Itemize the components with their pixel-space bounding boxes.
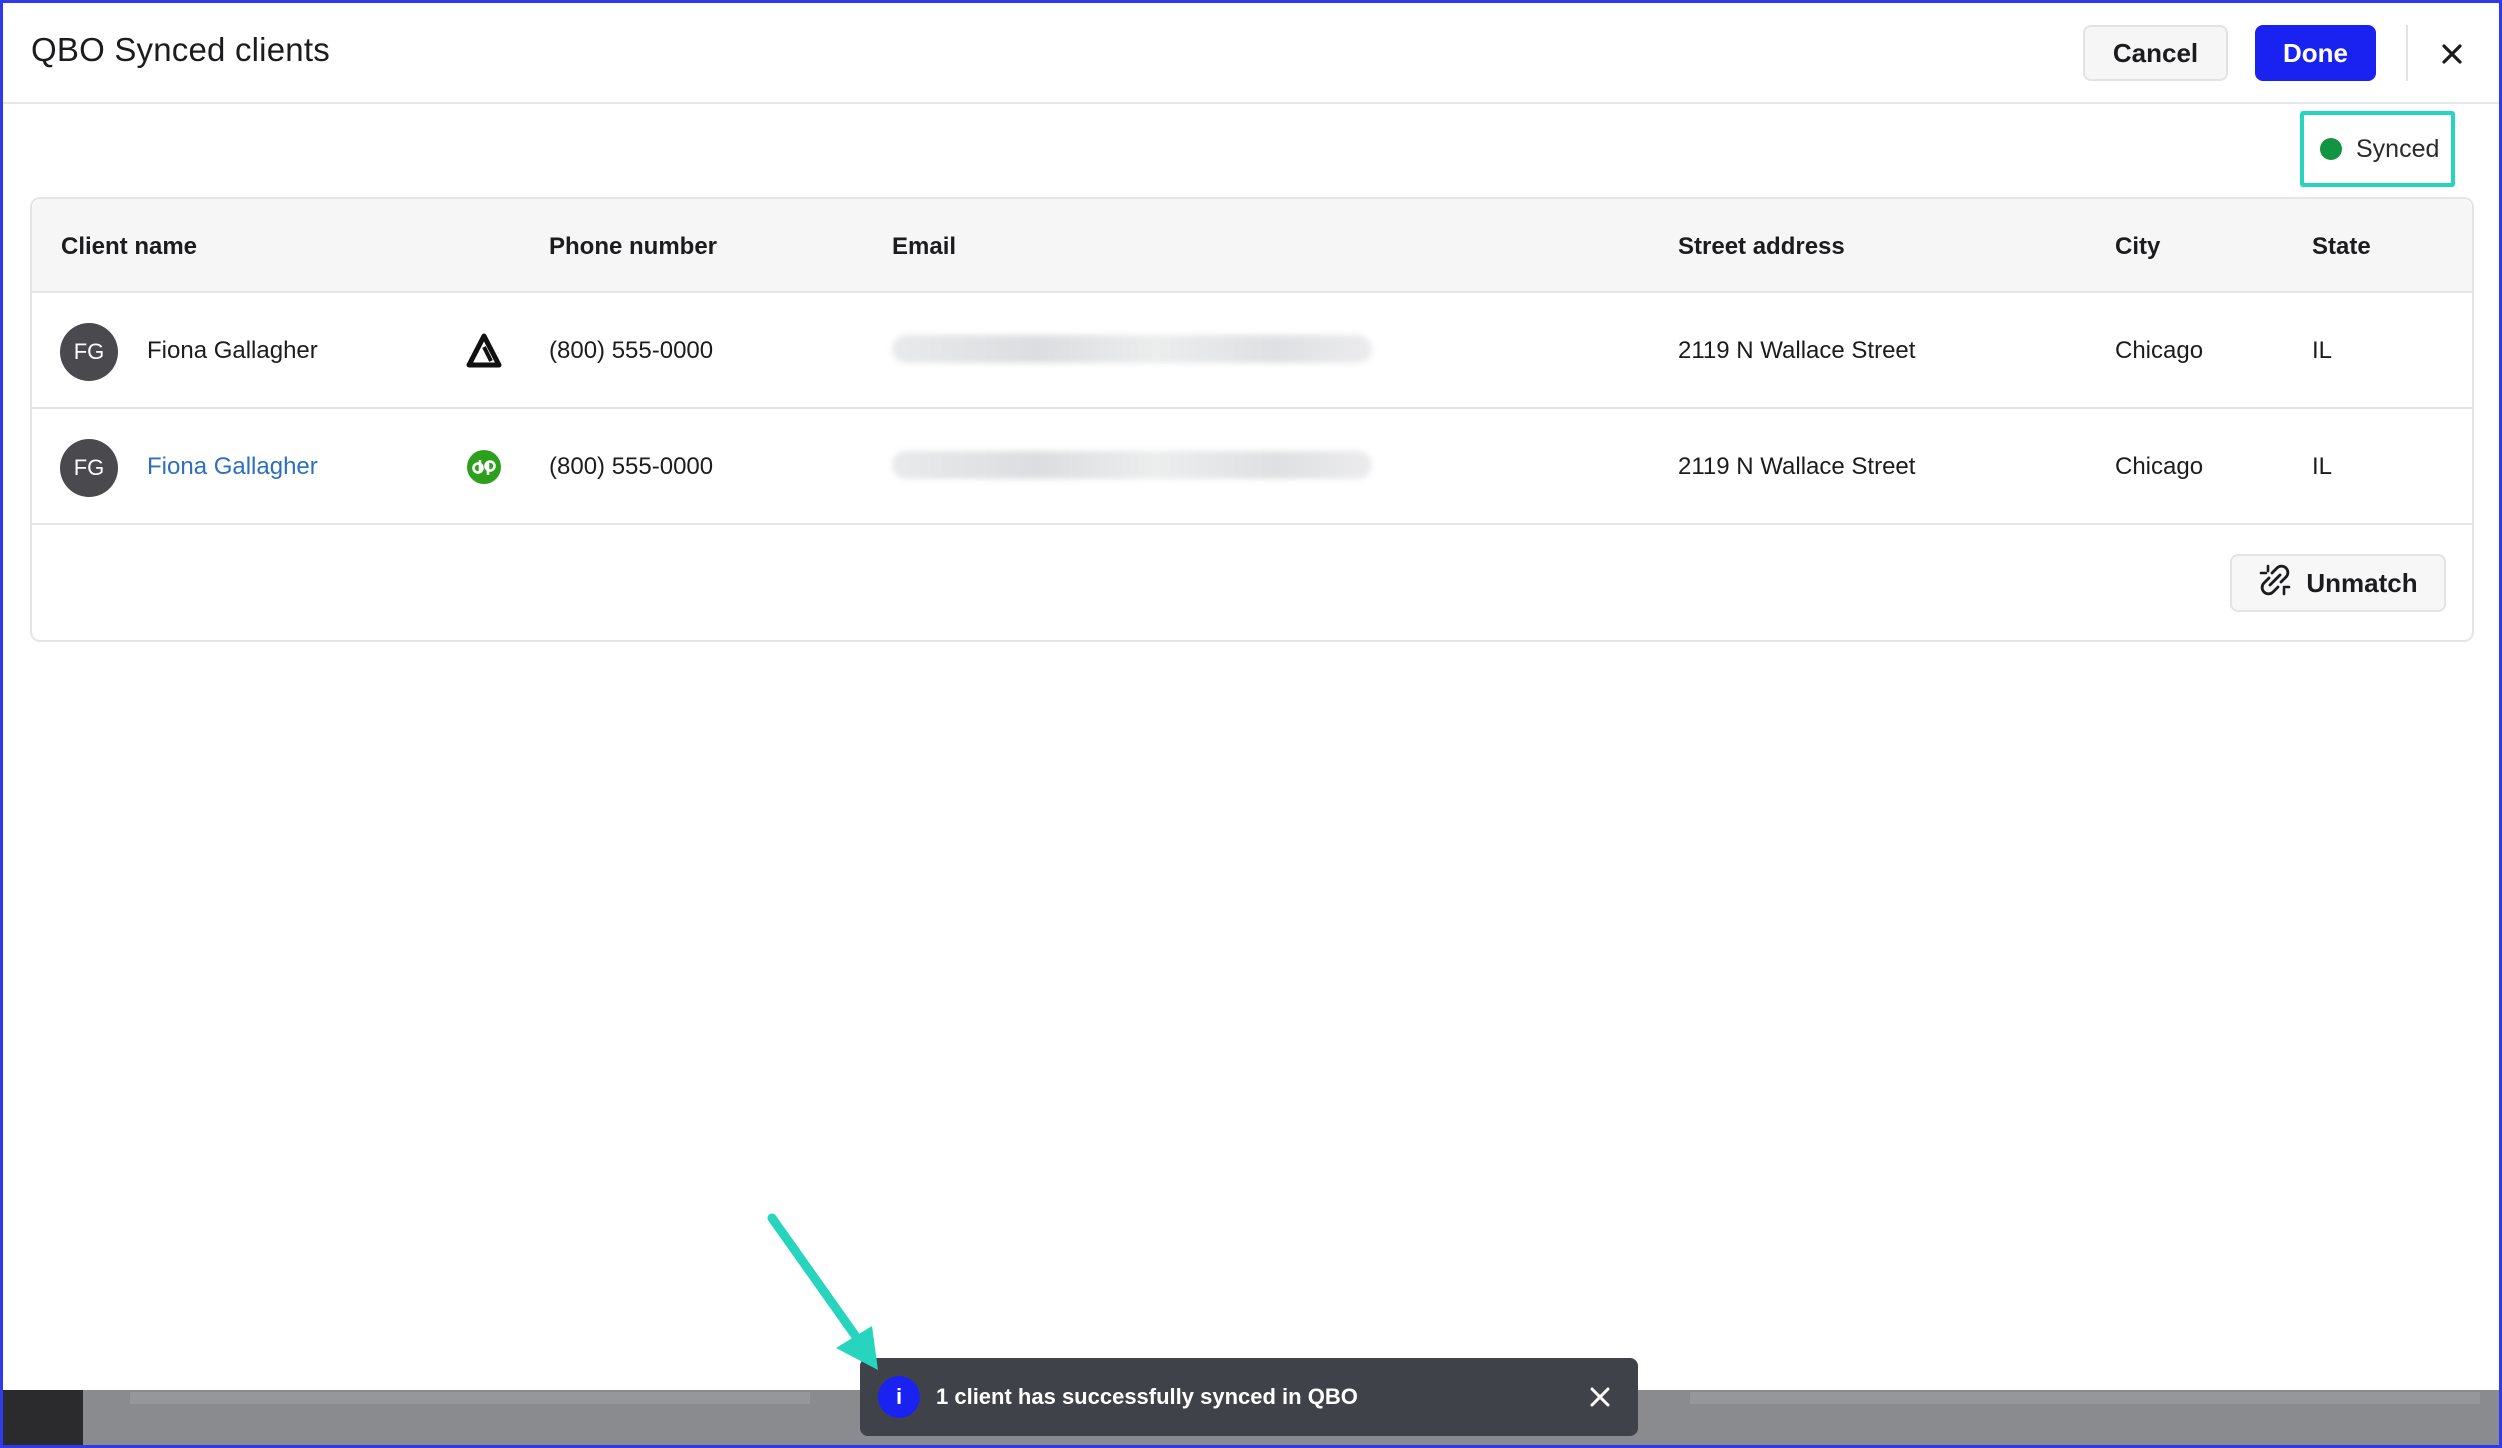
info-icon: i <box>878 1376 920 1418</box>
table-row[interactable]: FG Fiona Gallagher (800) 555-0000 2119 N… <box>32 409 2472 525</box>
toast-close-icon[interactable] <box>1588 1385 1612 1409</box>
unmatch-button[interactable]: Unmatch <box>2230 554 2446 612</box>
clients-table: Client name Phone number Email Street ad… <box>30 197 2474 642</box>
sync-status-badge: Synced <box>2300 111 2455 187</box>
status-dot-icon <box>2320 138 2342 160</box>
state: IL <box>2312 337 2333 364</box>
modal-header: QBO Synced clients Cancel Done <box>3 3 2499 104</box>
toast-message: 1 client has successfully synced in QBO <box>936 1384 1358 1409</box>
unlink-icon <box>2258 563 2292 604</box>
modal-dialog: QBO Synced clients Cancel Done Synced Cl… <box>0 0 2502 1448</box>
street-address: 2119 N Wallace Street <box>1678 337 1916 364</box>
column-header-client-name: Client name <box>61 233 198 260</box>
table-header: Client name Phone number Email Street ad… <box>32 199 2472 293</box>
column-header-state: State <box>2312 233 2371 260</box>
annotation-arrow-icon <box>767 1213 878 1370</box>
background-panel <box>130 1392 810 1404</box>
email-redacted <box>892 335 1372 363</box>
client-name: Fiona Gallagher <box>147 337 318 364</box>
phone-number: (800) 555-0000 <box>549 453 714 480</box>
sync-status-label: Synced <box>2356 134 2440 163</box>
street-address: 2119 N Wallace Street <box>1678 453 1916 480</box>
background-panel <box>1690 1392 2480 1404</box>
header-divider <box>2406 25 2408 81</box>
column-header-phone: Phone number <box>549 233 718 260</box>
city: Chicago <box>2115 337 2204 364</box>
client-name-link[interactable]: Fiona Gallagher <box>147 453 318 481</box>
city: Chicago <box>2115 453 2204 480</box>
email-redacted <box>892 451 1372 479</box>
user-thumbnail <box>3 1390 83 1445</box>
unmatch-label: Unmatch <box>2306 567 2418 598</box>
page-title: QBO Synced clients <box>31 31 330 68</box>
phone-number: (800) 555-0000 <box>549 337 714 364</box>
done-button[interactable]: Done <box>2255 25 2376 81</box>
table-row[interactable]: FG Fiona Gallagher (800) 555-0000 2119 N… <box>32 293 2472 409</box>
state: IL <box>2312 453 2333 480</box>
toast-notification: i 1 client has successfully synced in QB… <box>860 1358 1638 1436</box>
column-header-email: Email <box>892 233 957 260</box>
column-header-street: Street address <box>1678 233 1845 260</box>
column-header-city: City <box>2115 233 2161 260</box>
close-icon[interactable] <box>2435 37 2469 71</box>
avatar: FG <box>60 439 118 497</box>
avatar: FG <box>60 323 118 381</box>
cancel-button[interactable]: Cancel <box>2083 25 2228 81</box>
app-logo-icon <box>466 333 502 369</box>
quickbooks-icon <box>466 449 502 485</box>
